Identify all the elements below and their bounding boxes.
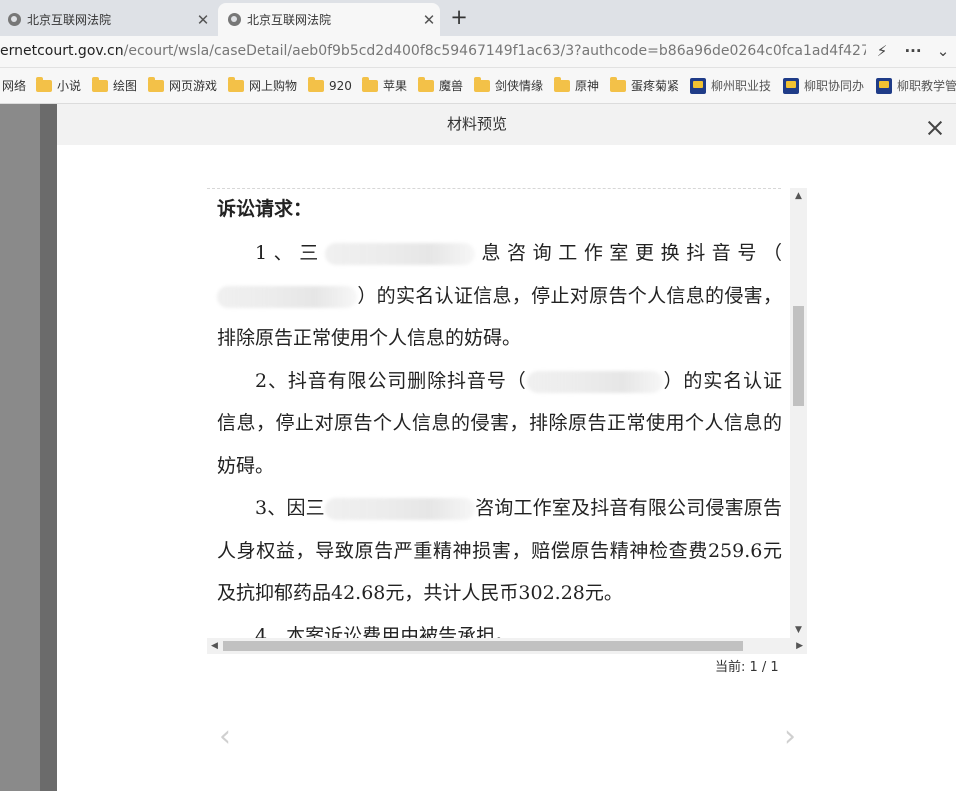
bookmark-folder[interactable]: 蛋疼菊紧 (610, 68, 679, 103)
claim-item-1: 1、三 息咨询工作室更换抖音号（）的实名认证信息，停止对原告个人信息的侵害，排除原… (217, 232, 782, 360)
page-sidebar-strip (0, 104, 40, 791)
bookmark-label: 魔兽 (439, 79, 464, 93)
claim-item-3: 3、因三 咨询工作室及抖音有限公司侵害原告人身权益，导致原告严重精神损害，赔偿原告… (217, 487, 782, 615)
scroll-down-icon[interactable]: ▼ (790, 625, 807, 635)
bookmark-label: 柳州职业技 (711, 79, 772, 93)
horizontal-scrollbar[interactable]: ◀ ▶ (207, 638, 807, 654)
page-counter: 当前: 1 / 1 (715, 660, 779, 675)
next-arrow-icon[interactable]: › (780, 722, 800, 752)
globe-icon (8, 13, 21, 26)
bookmark-folder[interactable]: 920 (308, 68, 352, 103)
bookmark-folder[interactable]: 剑侠情缘 (474, 68, 543, 103)
claim-text: 息咨询工作室更换抖音号（ (474, 242, 782, 264)
bookmark-label: 920 (329, 78, 352, 93)
claim-text: 3、因三 (255, 497, 325, 519)
folder-icon (474, 76, 490, 92)
document-page: 诉讼请求： 1、三 息咨询工作室更换抖音号（）的实名认证信息，停止对原告个人信息的… (217, 196, 782, 654)
bookmark-label: 剑侠情缘 (495, 79, 544, 93)
bookmark-label: 网上购物 (249, 79, 298, 93)
bookmark-folder[interactable]: 小说 (36, 68, 81, 103)
close-icon[interactable] (926, 119, 944, 137)
tab-close-icon[interactable]: ✕ (418, 11, 440, 29)
bookmark-label: 绘图 (113, 79, 138, 93)
vertical-scrollbar[interactable]: ▲ ▼ (790, 188, 807, 638)
scroll-left-icon[interactable]: ◀ (211, 638, 218, 654)
folder-icon (418, 76, 434, 92)
tab-inactive[interactable]: 北京互联网法院 ✕ (0, 3, 214, 36)
bookmark-label: 蛋疼菊紧 (631, 79, 680, 93)
more-icon[interactable]: ··· (902, 36, 924, 67)
new-tab-button[interactable]: + (446, 4, 472, 30)
url-field[interactable]: ernetcourt.gov.cn/ecourt/wsla/caseDetail… (0, 36, 866, 67)
bookmark-site[interactable]: 柳职教学管 (876, 68, 956, 103)
bookmark-folder[interactable]: 苹果 (362, 68, 407, 103)
bookmark-folder[interactable]: 绘图 (92, 68, 137, 103)
address-bar: ernetcourt.gov.cn/ecourt/wsla/caseDetail… (0, 36, 956, 68)
tab-active[interactable]: 北京互联网法院 ✕ (218, 3, 440, 36)
bookmark-label: 网络 (2, 79, 27, 93)
bookmark-item[interactable]: 网络 (2, 68, 26, 103)
bookmark-label: 原神 (575, 79, 600, 93)
chevron-down-icon[interactable]: ⌄ (932, 36, 954, 67)
tab-title: 北京互联网法院 (27, 13, 112, 27)
document-viewer[interactable]: 诉讼请求： 1、三 息咨询工作室更换抖音号（）的实名认证信息，停止对原告个人信息的… (207, 188, 807, 654)
globe-icon (228, 13, 241, 26)
bookmark-site[interactable]: 柳州职业技 (690, 68, 771, 103)
folder-icon (308, 76, 324, 92)
bookmark-folder[interactable]: 网页游戏 (148, 68, 217, 103)
horizontal-scroll-thumb[interactable] (223, 641, 743, 651)
tab-close-icon[interactable]: ✕ (192, 11, 214, 29)
redacted-region (526, 370, 663, 393)
bookmark-label: 柳职教学管 (897, 79, 956, 93)
previous-arrow-icon[interactable]: ‹ (215, 722, 235, 752)
bookmark-folder[interactable]: 魔兽 (418, 68, 463, 103)
folder-icon (554, 76, 570, 92)
redacted-region (324, 243, 475, 265)
bookmark-label: 苹果 (383, 79, 408, 93)
url-host: ernetcourt.gov.cn (0, 43, 124, 59)
claim-text: 2、抖音有限公司删除抖音号（ (255, 369, 527, 392)
school-logo-icon (783, 77, 799, 94)
bookmark-label: 网页游戏 (169, 79, 218, 93)
claim-text: 1、三 (255, 242, 325, 264)
folder-icon (362, 76, 378, 92)
bookmarks-bar: 网络 小说 绘图 网页游戏 网上购物 920 苹果 魔兽 剑侠情缘 原神 蛋疼菊… (0, 68, 956, 104)
claims-heading: 诉讼请求： (217, 198, 313, 220)
scroll-up-icon[interactable]: ▲ (790, 191, 807, 201)
school-logo-icon (876, 77, 892, 94)
scroll-right-icon[interactable]: ▶ (796, 638, 803, 654)
redacted-region (324, 498, 475, 520)
redacted-region (217, 285, 357, 308)
modal-title: 材料预览 (446, 115, 507, 133)
url-path: /ecourt/wsla/caseDetail/aeb0f9b5cd2d400f… (123, 43, 866, 59)
bookmark-folder[interactable]: 原神 (554, 68, 599, 103)
school-logo-icon (690, 77, 706, 94)
bookmark-label: 小说 (57, 79, 82, 93)
folder-icon (36, 76, 52, 92)
folder-icon (610, 76, 626, 92)
folder-icon (92, 76, 108, 92)
folder-icon (148, 76, 164, 92)
preview-modal: 材料预览 诉讼请求： 1、三 息咨询工作室更换抖音号（）的实名认证信息，停止对原告… (57, 104, 956, 791)
folder-icon (228, 76, 244, 92)
page-top-border (207, 188, 781, 189)
tab-title: 北京互联网法院 (247, 13, 332, 27)
bookmark-site[interactable]: 柳职协同办 (783, 68, 864, 103)
vertical-scroll-thumb[interactable] (793, 306, 804, 406)
claim-item-2: 2、抖音有限公司删除抖音号（ ）的实名认证信息，停止对原告个人信息的侵害，排除原告… (217, 360, 782, 488)
lightning-icon[interactable]: ⚡ (872, 36, 892, 67)
modal-header: 材料预览 (57, 104, 956, 145)
bookmark-label: 柳职协同办 (804, 79, 865, 93)
bookmark-folder[interactable]: 网上购物 (228, 68, 297, 103)
tab-strip: 北京互联网法院 ✕ 北京互联网法院 ✕ + (0, 0, 956, 36)
